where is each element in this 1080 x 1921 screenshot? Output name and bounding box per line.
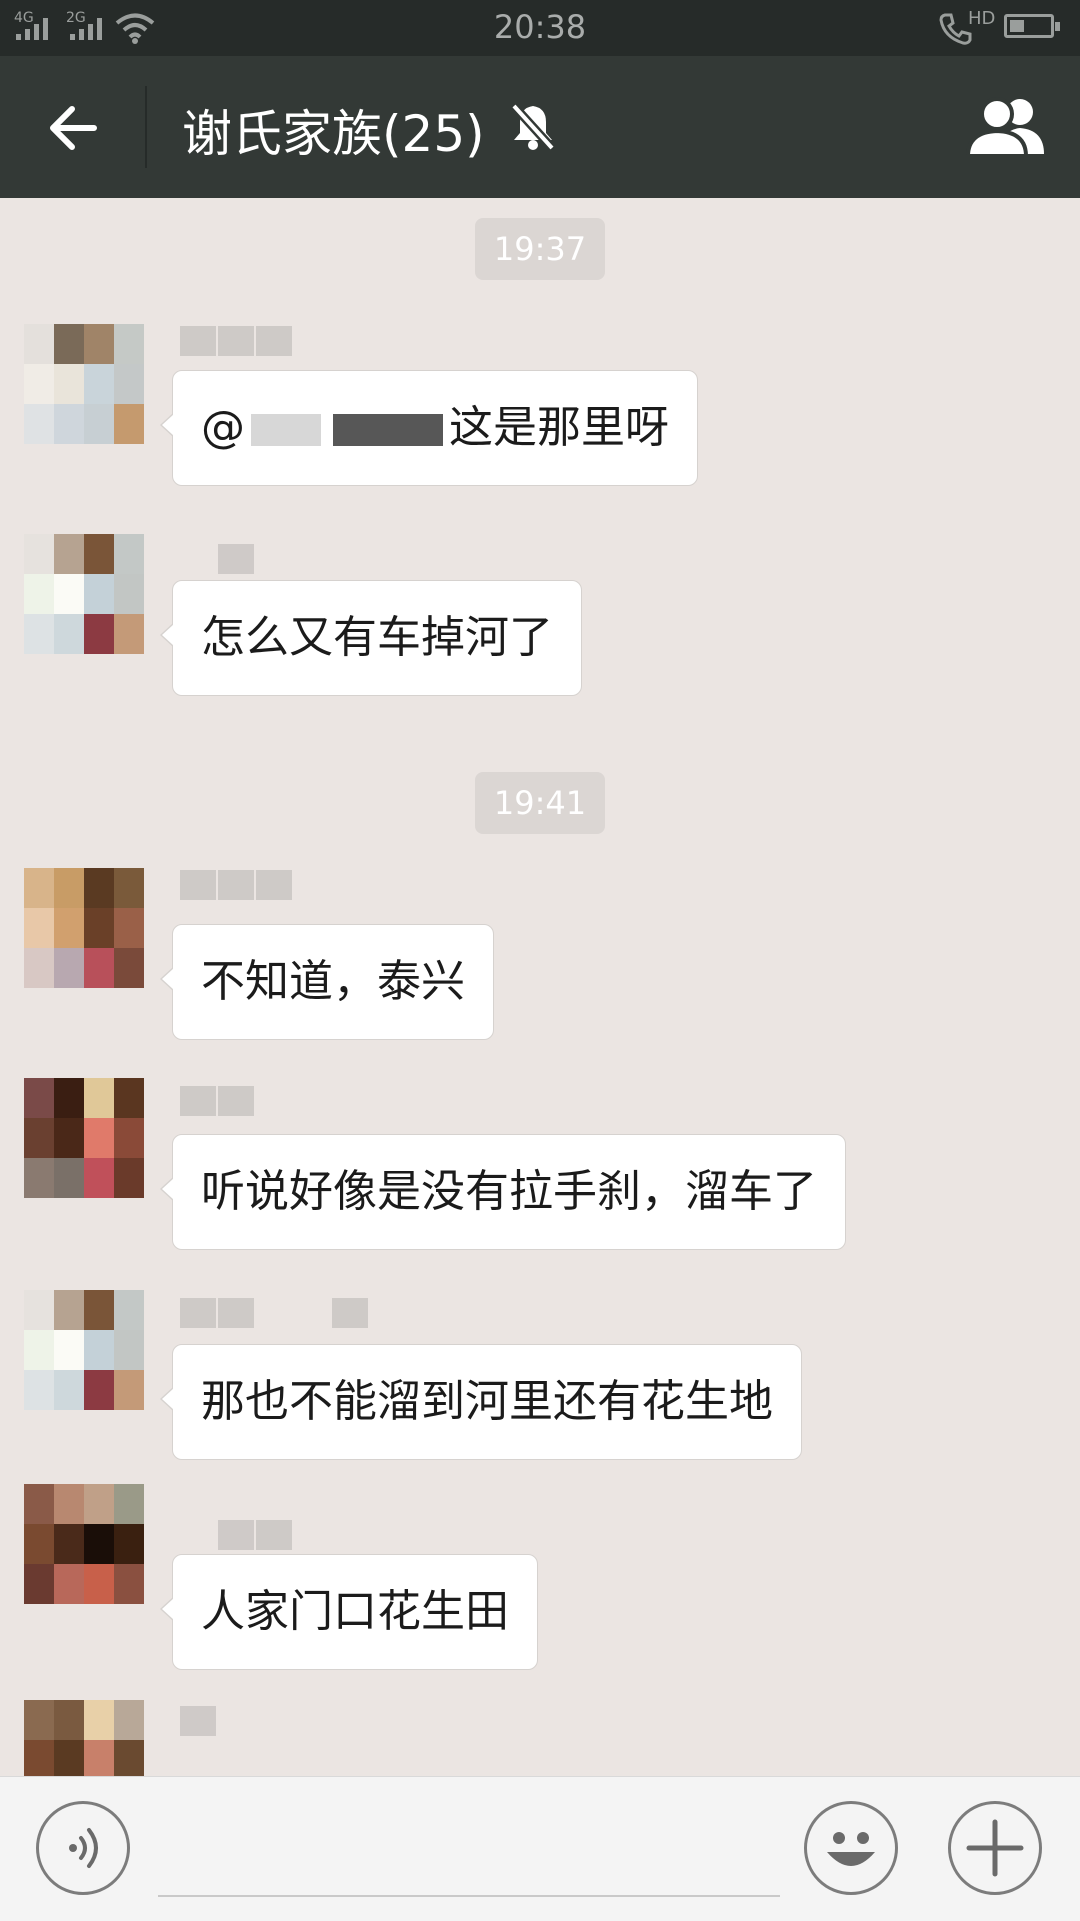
input-bar	[0, 1776, 1080, 1921]
redacted-name	[251, 414, 321, 446]
sender-name	[180, 1086, 254, 1116]
redacted-name	[333, 414, 443, 446]
voice-icon	[69, 1828, 98, 1868]
sender-name	[180, 1706, 216, 1736]
chat-header: 谢氏家族(25)	[0, 56, 1080, 198]
sender-name	[180, 326, 292, 356]
chat-title[interactable]: 谢氏家族(25)	[182, 94, 485, 166]
bell-muted-icon	[510, 102, 556, 152]
plus-icon	[966, 1819, 1024, 1877]
hd-call-icon	[939, 13, 972, 45]
back-arrow-icon[interactable]	[44, 98, 104, 158]
message-list[interactable]: 19:37 @ 这是那里呀 怎么又有车掉河了 19:41 不知道，泰兴 听说好像是…	[0, 198, 1080, 1776]
emoji-button[interactable]	[804, 1801, 898, 1895]
avatar[interactable]	[24, 868, 144, 988]
hd-label: HD	[968, 8, 996, 29]
sender-name	[180, 544, 254, 574]
group-members-icon[interactable]	[964, 94, 1050, 158]
message-bubble[interactable]: 人家门口花生田	[160, 1554, 538, 1670]
message-text: 怎么又有车掉河了	[201, 612, 553, 663]
sender-name	[180, 1520, 292, 1550]
message-bubble[interactable]: 不知道，泰兴	[160, 924, 494, 1040]
message-text: 不知道，泰兴	[201, 956, 465, 1007]
mention-symbol: @	[201, 402, 245, 453]
sender-name	[180, 870, 292, 900]
header-divider	[145, 86, 147, 168]
avatar[interactable]	[24, 534, 144, 654]
message-text: 听说好像是没有拉手刹，溜车了	[201, 1166, 817, 1217]
timestamp: 19:37	[475, 218, 605, 280]
status-time: 20:38	[493, 8, 587, 46]
avatar[interactable]	[24, 1290, 144, 1410]
voice-button[interactable]	[36, 1801, 130, 1895]
message-bubble[interactable]: 那也不能溜到河里还有花生地	[160, 1344, 802, 1460]
message-bubble[interactable]: @ 这是那里呀	[160, 370, 698, 486]
status-bar: 4G 2G 20:38 HD	[0, 0, 1080, 56]
sender-name	[180, 1298, 368, 1328]
message-text: 这是那里呀	[449, 402, 669, 453]
message-bubble[interactable]: 听说好像是没有拉手刹，溜车了	[160, 1134, 846, 1250]
message-text: 人家门口花生田	[201, 1586, 509, 1637]
avatar[interactable]	[24, 1078, 144, 1198]
message-text: 那也不能溜到河里还有花生地	[201, 1376, 773, 1427]
avatar[interactable]	[24, 1484, 144, 1604]
avatar[interactable]	[24, 324, 144, 444]
emoji-icon	[827, 1832, 875, 1866]
timestamp: 19:41	[475, 772, 605, 834]
message-bubble[interactable]: 怎么又有车掉河了	[160, 580, 582, 696]
battery-icon	[1004, 14, 1060, 38]
avatar[interactable]	[24, 1700, 144, 1776]
message-input[interactable]	[158, 1895, 780, 1897]
more-button[interactable]	[948, 1801, 1042, 1895]
